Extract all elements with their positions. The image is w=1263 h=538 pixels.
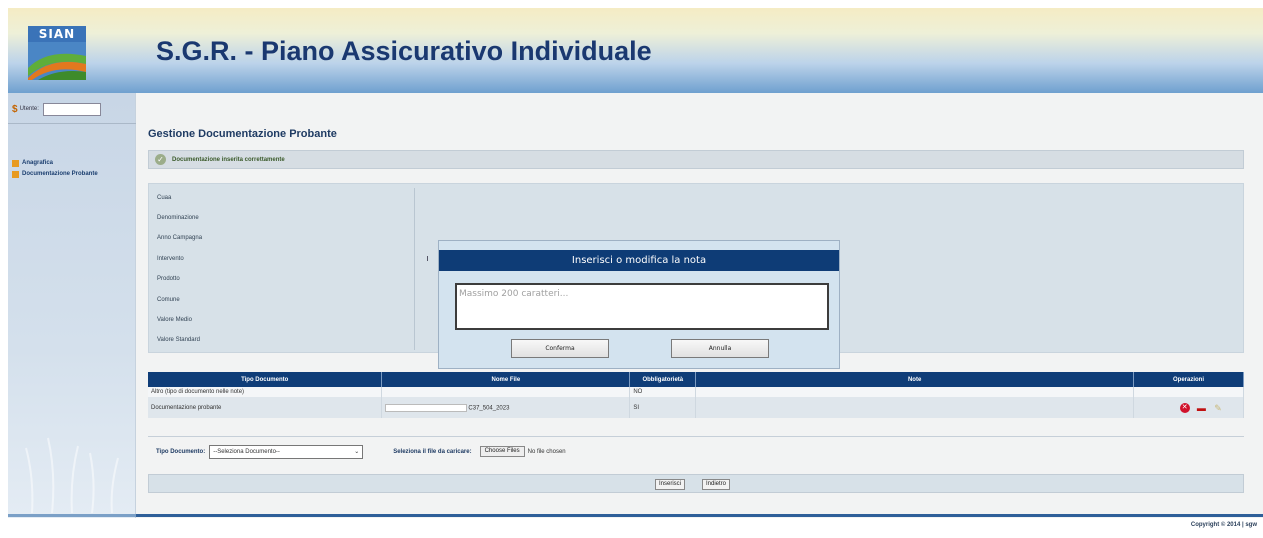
cell-ops: ✕ ▬ ✎	[1133, 397, 1244, 418]
cell-obbl: SI	[629, 397, 697, 418]
info-label-cuaa: Cuaa	[157, 195, 172, 201]
wheat-decoration-icon	[25, 437, 119, 513]
sidebar: $ Utente: Anagrafica Documentazione Prob…	[8, 93, 136, 518]
logo-text: SIAN	[28, 26, 86, 42]
action-bar: Inserisci Indietro	[148, 474, 1244, 493]
footer-line	[8, 514, 136, 517]
cancel-button[interactable]: Annulla	[671, 339, 769, 358]
page-title: Gestione Documentazione Probante	[148, 128, 337, 140]
info-label-valore-standard: Valore Standard	[157, 337, 200, 343]
cell-ops	[1133, 387, 1244, 397]
column-header: Note	[695, 372, 1134, 387]
doc-type-label: Tipo Documento:	[156, 448, 206, 455]
success-message-bar: ✓ Documentazione inserita correttamente	[148, 150, 1244, 169]
redacted-box	[385, 403, 468, 412]
info-label-comune: Comune	[157, 297, 180, 303]
doc-type-value: --Seleziona Documento--	[213, 448, 280, 455]
bullet-icon	[12, 160, 19, 167]
file-name[interactable]: C37_504_2023	[468, 405, 509, 411]
insert-button[interactable]: Inserisci	[655, 479, 686, 490]
sian-logo: SIAN	[28, 26, 86, 80]
pdf-icon[interactable]: ▬	[1196, 403, 1206, 413]
no-file-text: No file chosen	[527, 448, 566, 455]
documents-table: Tipo Documento Nome File Obbligatorietà …	[148, 372, 1244, 418]
cell-obbl: NO	[629, 387, 697, 397]
page: SIAN S.G.R. - Piano Assicurativo Individ…	[0, 0, 1263, 538]
cell-file	[381, 387, 631, 397]
upload-row: Tipo Documento: --Seleziona Documento-- …	[156, 443, 566, 460]
note-modal: Inserisci o modifica la nota Massimo 200…	[438, 240, 840, 369]
file-upload-label: Seleziona il file da caricare:	[393, 448, 472, 455]
user-field	[42, 102, 101, 116]
check-icon: ✓	[155, 154, 166, 165]
success-message: Documentazione inserita correttamente	[172, 156, 285, 163]
sidebar-item-label: Anagrafica	[22, 160, 54, 166]
logo-waves-icon	[28, 42, 86, 80]
sidebar-item-documentazione[interactable]: Documentazione Probante	[12, 171, 122, 178]
divider	[414, 188, 415, 350]
confirm-button[interactable]: Conferma	[511, 339, 609, 358]
table-row: Documentazione probante C37_504_2023 SI …	[148, 397, 1244, 418]
choose-files-button[interactable]: Choose Files	[479, 446, 525, 457]
info-label-prodotto: Prodotto	[157, 276, 180, 282]
info-label-anno: Anno Campagna	[157, 235, 203, 241]
app-title: S.G.R. - Piano Assicurativo Individuale	[156, 36, 652, 66]
info-label-valore-medio: Valore Medio	[157, 317, 192, 323]
user-icon: $	[12, 103, 18, 115]
cell-note	[695, 397, 1134, 418]
column-header: Operazioni	[1133, 372, 1244, 387]
info-label-denominazione: Denominazione	[157, 215, 199, 221]
divider	[148, 436, 1244, 437]
doc-type-select[interactable]: --Seleziona Documento-- ⌄	[209, 444, 364, 459]
cell-tipo: Altro (tipo di documento nelle note)	[148, 387, 383, 397]
cell-tipo: Documentazione probante	[148, 397, 383, 418]
edit-note-icon[interactable]: ✎	[1213, 403, 1223, 413]
footer-copyright: Copyright © 2014 | sgw	[1190, 522, 1257, 528]
cell-note	[695, 387, 1134, 397]
info-label-intervento: Intervento	[157, 256, 184, 262]
divider	[8, 123, 136, 124]
table-header-row: Tipo Documento Nome File Obbligatorietà …	[148, 372, 1244, 387]
modal-title: Inserisci o modifica la nota	[439, 250, 839, 271]
back-button[interactable]: Indietro	[702, 479, 731, 490]
table-row: Altro (tipo di documento nelle note) NO	[148, 387, 1244, 397]
delete-icon[interactable]: ✕	[1179, 402, 1190, 413]
cell-file: C37_504_2023	[381, 397, 631, 418]
user-box: $ Utente:	[12, 99, 132, 119]
bullet-icon	[12, 171, 19, 178]
footer-line	[136, 514, 1263, 517]
header: SIAN S.G.R. - Piano Assicurativo Individ…	[8, 8, 1263, 93]
divider	[427, 256, 428, 261]
column-header: Nome File	[381, 372, 631, 387]
column-header: Tipo Documento	[148, 372, 383, 387]
user-label: Utente:	[19, 106, 39, 112]
chevron-down-icon: ⌄	[354, 449, 360, 455]
sidebar-item-label: Documentazione Probante	[22, 171, 98, 177]
column-header[interactable]: Obbligatorietà	[629, 372, 697, 387]
sidebar-item-anagrafica[interactable]: Anagrafica	[12, 160, 53, 167]
note-textarea[interactable]: Massimo 200 caratteri...	[455, 283, 829, 330]
